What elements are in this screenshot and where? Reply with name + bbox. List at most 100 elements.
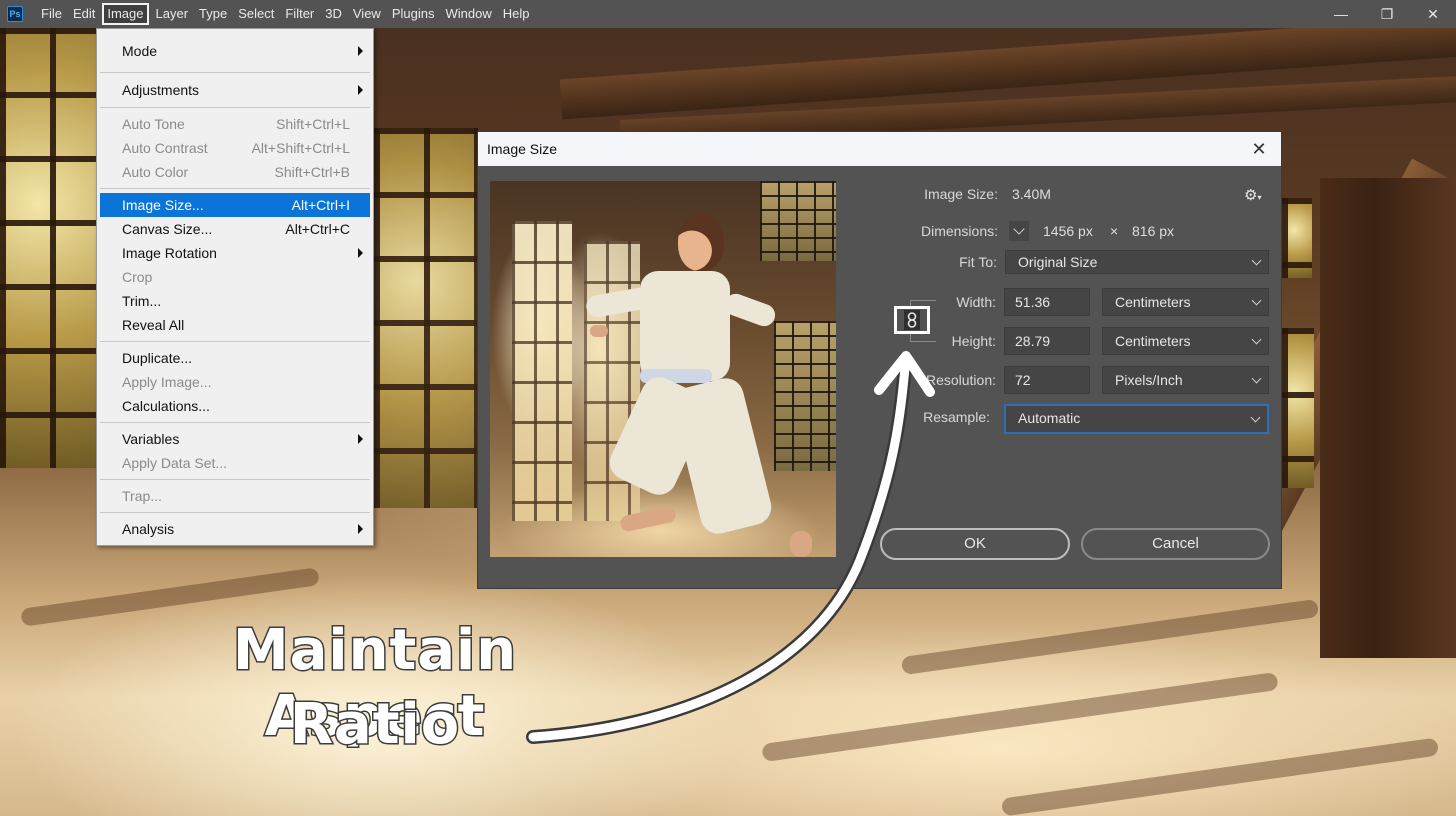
menu-item-image-size[interactable]: Image Size... Alt+Ctrl+I — [100, 193, 370, 217]
menu-item-apply-data-set[interactable]: Apply Data Set... — [97, 451, 373, 475]
width-unit-select[interactable]: Centimeters — [1102, 288, 1269, 316]
resample-select[interactable]: Automatic — [1004, 404, 1269, 434]
center-window — [374, 128, 478, 508]
menu-plugins[interactable]: Plugins — [388, 3, 439, 25]
gear-icon: ⚙ — [1244, 187, 1258, 204]
menu-item-label: Mode — [122, 43, 158, 59]
submenu-arrow-icon — [358, 434, 363, 444]
menu-item-label: Auto Color — [122, 164, 189, 180]
window-controls: — ❐ ✕ — [1318, 0, 1456, 28]
submenu-arrow-icon — [358, 85, 363, 95]
menu-window[interactable]: Window — [441, 3, 495, 25]
menu-item-label: Apply Image... — [122, 374, 212, 390]
menu-item-apply-image[interactable]: Apply Image... — [97, 370, 373, 394]
menu-divider — [100, 341, 370, 342]
menu-item-auto-tone[interactable]: Auto Tone Shift+Ctrl+L — [97, 112, 373, 136]
chevron-down-icon — [1250, 412, 1261, 423]
dialog-title: Image Size — [487, 141, 558, 157]
resolution-label: Resolution: — [925, 372, 996, 388]
chevron-down-icon — [1251, 295, 1262, 306]
preview-window-dark — [760, 181, 836, 261]
width-input[interactable]: 51.36 — [1004, 288, 1090, 316]
menu-select[interactable]: Select — [234, 3, 278, 25]
preview-window — [512, 221, 572, 521]
minimize-icon: — — [1334, 6, 1348, 22]
menu-item-label: Duplicate... — [122, 350, 193, 366]
menu-item-label: Apply Data Set... — [122, 455, 228, 471]
menu-item-duplicate[interactable]: Duplicate... — [97, 346, 373, 370]
ok-button[interactable]: OK — [880, 528, 1070, 560]
menu-divider — [100, 107, 370, 108]
dimensions-units-toggle[interactable] — [1009, 221, 1029, 241]
resolution-unit-select[interactable]: Pixels/Inch — [1102, 366, 1269, 394]
preview-kid-hand — [590, 325, 608, 337]
dialog-close-button[interactable]: ✕ — [1247, 139, 1271, 160]
menu-item-reveal-all[interactable]: Reveal All — [97, 313, 373, 337]
menu-divider — [100, 422, 370, 423]
menu-layer[interactable]: Layer — [152, 3, 193, 25]
menu-help[interactable]: Help — [499, 3, 534, 25]
dialog-title-bar[interactable]: Image Size ✕ — [478, 132, 1281, 166]
minimize-button[interactable]: — — [1318, 0, 1364, 28]
menu-item-label: Canvas Size... — [122, 221, 213, 237]
photoshop-logo-icon: Ps — [7, 6, 23, 22]
menu-3d[interactable]: 3D — [321, 3, 346, 25]
menu-item-trim[interactable]: Trim... — [97, 289, 373, 313]
menu-item-canvas-size[interactable]: Canvas Size... Alt+Ctrl+C — [97, 217, 373, 241]
menu-item-label: Image Rotation — [122, 245, 217, 261]
menu-item-adjustments[interactable]: Adjustments — [97, 73, 373, 107]
menu-item-crop[interactable]: Crop — [97, 265, 373, 289]
menu-item-mode[interactable]: Mode — [97, 34, 373, 68]
menu-item-label: Variables — [122, 431, 180, 447]
menu-type[interactable]: Type — [195, 3, 231, 25]
right-window — [1282, 328, 1314, 488]
menu-item-trap[interactable]: Trap... — [97, 484, 373, 508]
close-icon: ✕ — [1427, 5, 1439, 22]
link-icon — [904, 310, 920, 330]
height-input[interactable]: 28.79 — [1004, 327, 1090, 355]
floor-shadow — [1000, 737, 1440, 816]
resample-value: Automatic — [1018, 410, 1081, 426]
resolution-input[interactable]: 72 — [1004, 366, 1090, 394]
image-preview[interactable] — [490, 181, 836, 557]
restore-icon: ❐ — [1380, 5, 1394, 22]
fit-to-select[interactable]: Original Size — [1005, 250, 1269, 274]
image-size-label: Image Size: — [924, 186, 998, 202]
preview-kid-foot — [790, 531, 812, 557]
image-size-value: 3.40M — [1012, 186, 1051, 202]
menu-view[interactable]: View — [349, 3, 385, 25]
restore-button[interactable]: ❐ — [1364, 0, 1410, 28]
menu-item-shortcut: Shift+Ctrl+L — [276, 116, 350, 132]
chevron-down-icon: ▾ — [1257, 193, 1262, 202]
floor-shadow — [900, 598, 1320, 676]
menu-item-analysis[interactable]: Analysis — [97, 517, 373, 541]
menu-item-label: Trap... — [122, 488, 162, 504]
preview-kid-leg — [668, 374, 776, 538]
menu-edit[interactable]: Edit — [69, 3, 99, 25]
width-unit-value: Centimeters — [1115, 294, 1191, 310]
close-window-button[interactable]: ✕ — [1410, 0, 1456, 28]
chevron-down-icon — [1251, 255, 1262, 266]
menu-divider — [100, 479, 370, 480]
menu-file[interactable]: File — [37, 3, 66, 25]
height-unit-select[interactable]: Centimeters — [1102, 327, 1269, 355]
chevron-down-icon — [1013, 223, 1025, 235]
submenu-arrow-icon — [358, 248, 363, 258]
menu-item-image-rotation[interactable]: Image Rotation — [97, 241, 373, 265]
dimensions-times: × — [1110, 223, 1119, 239]
floor-shadow — [761, 671, 1279, 763]
image-size-dialog: Image Size ✕ Image Size: 3.40M ⚙▾ Dimens… — [478, 132, 1281, 588]
image-menu-dropdown: Mode Adjustments Auto Tone Shift+Ctrl+L A… — [96, 28, 374, 546]
resolution-unit-value: Pixels/Inch — [1115, 372, 1183, 388]
menu-item-auto-color[interactable]: Auto Color Shift+Ctrl+B — [97, 160, 373, 184]
menu-item-auto-contrast[interactable]: Auto Contrast Alt+Shift+Ctrl+L — [97, 136, 373, 160]
menu-item-variables[interactable]: Variables — [97, 427, 373, 451]
menu-filter[interactable]: Filter — [281, 3, 318, 25]
cancel-button[interactable]: Cancel — [1081, 528, 1270, 560]
menu-image[interactable]: Image — [102, 3, 149, 25]
settings-gear-button[interactable]: ⚙▾ — [1244, 186, 1261, 204]
menu-item-calculations[interactable]: Calculations... — [97, 394, 373, 418]
constrain-proportions-toggle[interactable] — [894, 306, 930, 334]
menu-item-label: Crop — [122, 269, 153, 285]
preview-kid-gi-top — [640, 271, 730, 381]
